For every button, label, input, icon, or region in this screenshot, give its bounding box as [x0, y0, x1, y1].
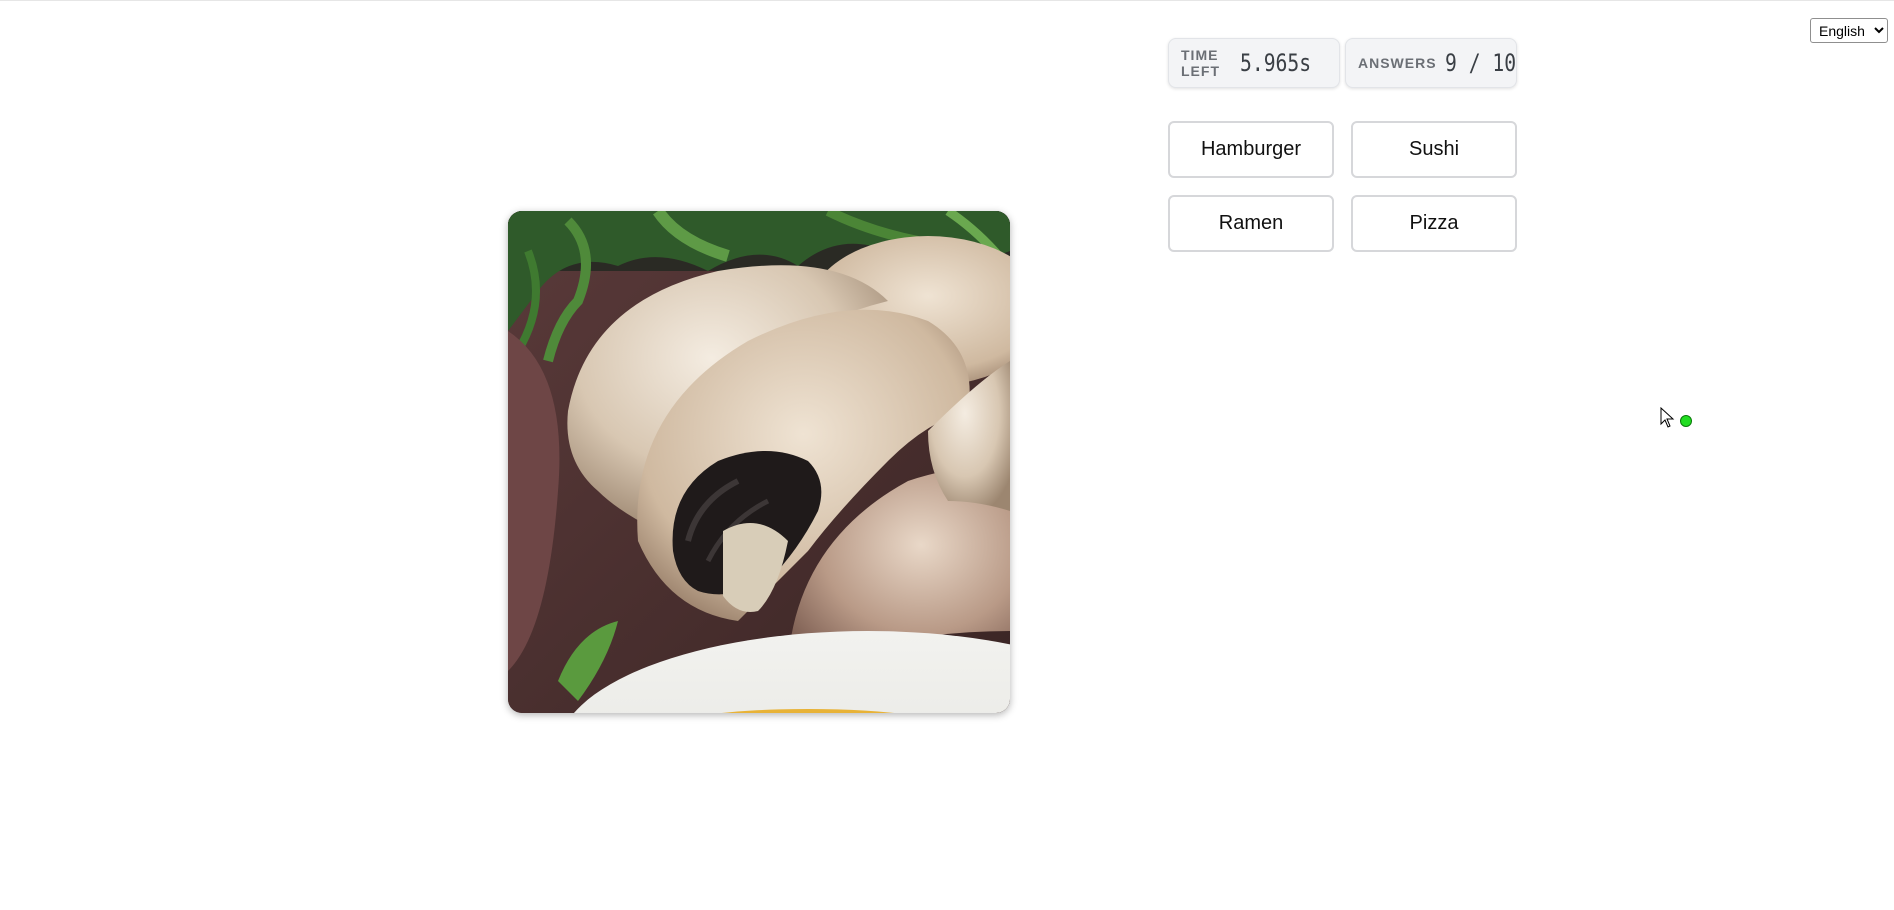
status-dot-icon	[1680, 415, 1692, 427]
answers-count-panel: ANSWERS 9 / 10	[1345, 38, 1517, 88]
time-left-label: TIME LEFT	[1181, 47, 1220, 79]
mouse-cursor-icon	[1660, 407, 1675, 428]
mushroom-closeup-image	[508, 211, 1010, 713]
answer-button-sushi[interactable]: Sushi	[1351, 121, 1517, 178]
answers-count-value: 9 / 10	[1444, 49, 1516, 77]
answer-button-pizza[interactable]: Pizza	[1351, 195, 1517, 252]
language-select[interactable]: English	[1810, 18, 1888, 43]
answer-button-ramen[interactable]: Ramen	[1168, 195, 1334, 252]
time-left-value: 5.965s	[1240, 49, 1312, 77]
answer-button-hamburger[interactable]: Hamburger	[1168, 121, 1334, 178]
answers-label: ANSWERS	[1358, 55, 1437, 71]
top-border	[0, 0, 1894, 1]
food-photo	[508, 211, 1010, 713]
timer-panel: TIME LEFT 5.965s	[1168, 38, 1340, 88]
